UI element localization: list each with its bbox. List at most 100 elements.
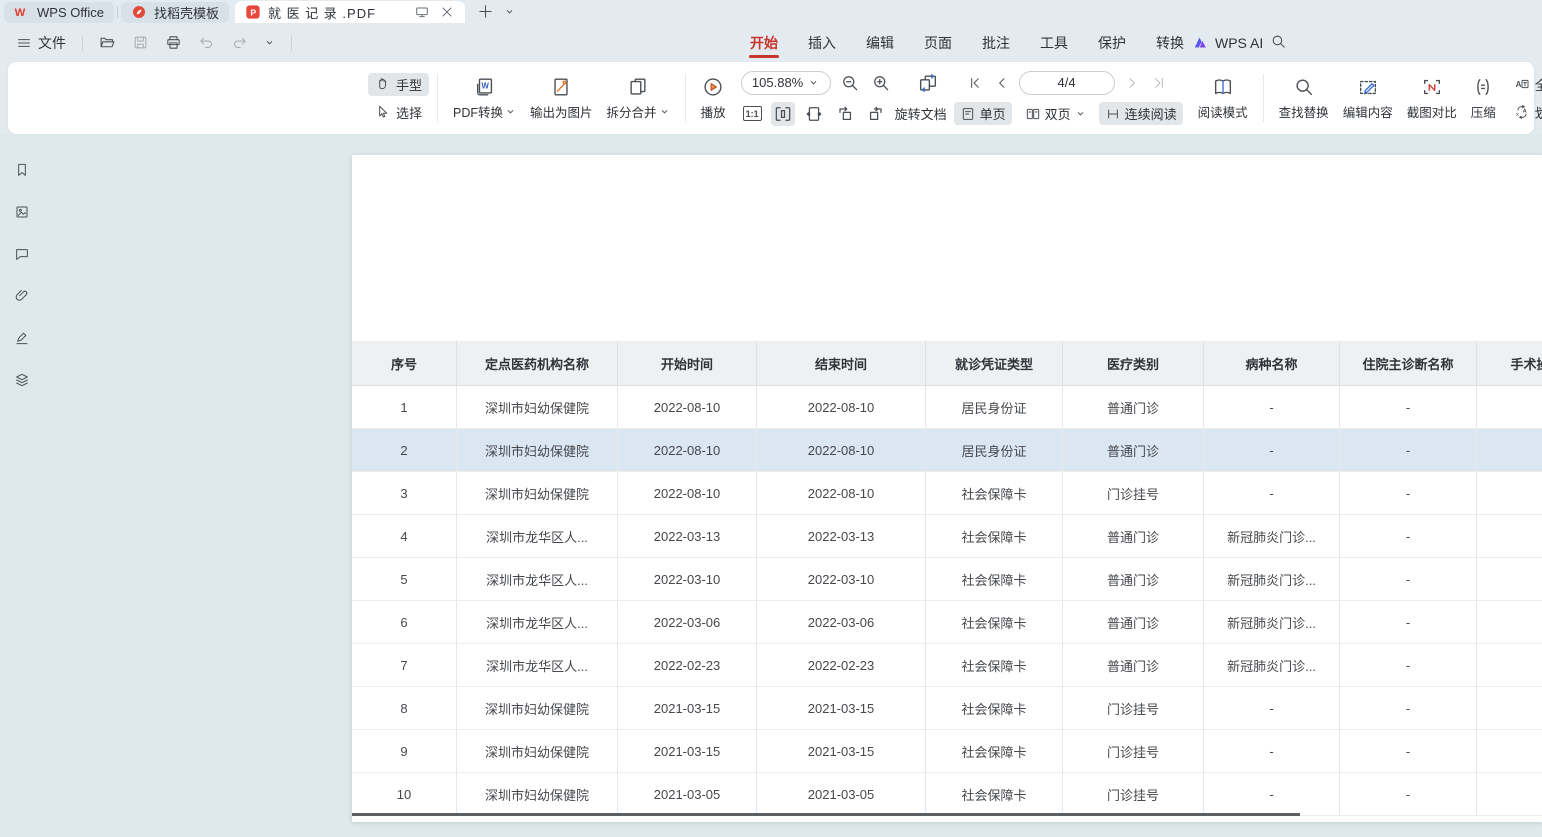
close-tab-icon[interactable] [439, 4, 455, 20]
single-page-button[interactable]: 单页 [954, 102, 1012, 125]
attachments-panel-button[interactable] [8, 282, 36, 310]
rotate-left-button[interactable] [833, 102, 857, 126]
signature-pen-icon [14, 328, 30, 348]
table-cell: 深圳市妇幼保健院 [457, 730, 618, 773]
open-button[interactable] [93, 30, 122, 55]
layers-panel-button[interactable] [8, 366, 36, 394]
edit-content-button[interactable]: 编辑内容 [1336, 71, 1400, 126]
table-cell: 2022-03-13 [618, 515, 757, 558]
thumbnails-icon [14, 202, 30, 222]
page-indicator-input[interactable]: 4/4 [1019, 71, 1115, 95]
menu-item-home[interactable]: 开始 [735, 23, 793, 62]
tab-wps-office[interactable]: WPS Office [4, 2, 114, 23]
table-cell: 2022-08-10 [618, 429, 757, 472]
undo-icon [198, 34, 215, 51]
menu-item-convert[interactable]: 转换 [1141, 23, 1199, 62]
play-button[interactable]: 播放 [694, 71, 733, 126]
screenshot-compare-button[interactable]: 截图对比 [1400, 71, 1464, 126]
export-image-button[interactable]: 输出为图片 [523, 71, 600, 126]
tab-list-chevron-icon[interactable] [504, 6, 515, 17]
wps-ai-button[interactable]: WPS AI [1192, 23, 1263, 62]
word-translate-button[interactable]: 划词翻译 [1507, 101, 1542, 124]
table-cell: 居民身份证 [926, 386, 1063, 429]
menu-item-edit[interactable]: 编辑 [851, 23, 909, 62]
table-cell: 2022-03-06 [618, 601, 757, 644]
single-page-icon [960, 106, 976, 122]
chevron-down-icon [1075, 108, 1086, 119]
tab-docer-templates[interactable]: 找稻壳模板 [121, 2, 229, 23]
zoom-out-icon [840, 73, 860, 93]
wps-ai-icon [1192, 34, 1209, 51]
table-cell: 深圳市龙华区人... [457, 644, 618, 687]
menu-item-annotate[interactable]: 批注 [967, 23, 1025, 62]
save-icon [132, 34, 149, 51]
comments-panel-button[interactable] [8, 240, 36, 268]
rotate-right-icon [866, 104, 886, 124]
hand-tool-label: 手型 [396, 75, 422, 94]
table-cell: 6 [352, 601, 457, 644]
pdf-convert-button[interactable]: PDF转换 [446, 71, 523, 126]
edit-content-label: 编辑内容 [1343, 102, 1393, 121]
zoom-in-button[interactable] [869, 71, 893, 95]
actual-size-button[interactable]: 1:1 [741, 104, 764, 123]
redo-icon [231, 34, 248, 51]
screenshot-compare-label: 截图对比 [1407, 102, 1457, 121]
signature-panel-button[interactable] [8, 324, 36, 352]
table-cell: 社会保障卡 [926, 601, 1063, 644]
menu-search-button[interactable] [1268, 31, 1289, 52]
redo-button[interactable] [225, 30, 254, 55]
table-cell: - [1340, 558, 1477, 601]
pdf-page[interactable]: 序号定点医药机构名称开始时间结束时间就诊凭证类型医疗类别病种名称住院主诊断名称手… [352, 155, 1542, 822]
fit-window-button[interactable] [915, 70, 941, 96]
quick-access-dropdown[interactable] [258, 33, 281, 52]
save-button[interactable] [126, 30, 155, 55]
thumbnails-panel-button[interactable] [8, 198, 36, 226]
table-cell: 社会保障卡 [926, 515, 1063, 558]
rotate-right-button[interactable] [864, 102, 888, 126]
table-cell: 2022-03-10 [757, 558, 926, 601]
document-title: 就 医 记 录 .PDF [268, 3, 376, 22]
read-mode-button[interactable]: 阅读模式 [1191, 71, 1255, 126]
continuous-read-button[interactable]: 连续阅读 [1099, 102, 1183, 125]
compress-button[interactable]: 压缩 [1464, 71, 1503, 126]
zoom-level-control[interactable]: 105.88% [741, 71, 831, 95]
table-cell: 2021-03-05 [618, 773, 757, 816]
last-page-button[interactable] [1149, 73, 1169, 93]
undo-button[interactable] [192, 30, 221, 55]
double-page-button[interactable]: 双页 [1019, 102, 1092, 125]
present-to-monitor-icon[interactable] [414, 4, 430, 20]
play-icon [702, 76, 724, 98]
rotate-doc-label[interactable]: 旋转文档 [895, 104, 947, 123]
menu-item-protect[interactable]: 保护 [1083, 23, 1141, 62]
print-button[interactable] [159, 30, 188, 55]
split-merge-button[interactable]: 拆分合并 [600, 71, 677, 126]
menu-item-insert[interactable]: 插入 [793, 23, 851, 62]
hand-tool-button[interactable]: 手型 [368, 73, 429, 96]
find-replace-button[interactable]: 查找替换 [1272, 71, 1336, 126]
first-page-button[interactable] [965, 73, 985, 93]
menu-item-pages[interactable]: 页面 [909, 23, 967, 62]
select-tool-button[interactable]: 选择 [368, 101, 429, 124]
table-bottom-rule [352, 813, 1300, 816]
new-tab-icon[interactable] [477, 3, 494, 20]
zoom-value: 105.88% [752, 75, 803, 90]
next-page-button[interactable] [1122, 73, 1142, 93]
table-cell: 新冠肺炎门诊... [1204, 601, 1340, 644]
cursor-icon [375, 104, 391, 120]
file-menu-button[interactable]: 文件 [10, 29, 72, 57]
table-cell: - [1340, 730, 1477, 773]
table-cell: 2022-08-10 [618, 472, 757, 515]
menu-item-tools[interactable]: 工具 [1025, 23, 1083, 62]
fit-width-button[interactable] [771, 102, 795, 126]
bookmarks-panel-button[interactable] [8, 156, 36, 184]
table-row: 8深圳市妇幼保健院2021-03-152021-03-15社会保障卡门诊挂号--… [352, 687, 1542, 730]
table-row: 2深圳市妇幼保健院2022-08-102022-08-10居民身份证普通门诊--… [352, 429, 1542, 472]
zoom-out-button[interactable] [838, 71, 862, 95]
full-translate-button[interactable]: 全文翻译 [1507, 73, 1542, 96]
compress-label: 压缩 [1471, 102, 1496, 121]
tab-document[interactable]: 就 医 记 录 .PDF [235, 1, 465, 23]
continuous-read-label: 连续阅读 [1125, 104, 1177, 123]
table-row: 7深圳市龙华区人...2022-02-232022-02-23社会保障卡普通门诊… [352, 644, 1542, 687]
fit-page-button[interactable] [802, 102, 826, 126]
previous-page-button[interactable] [992, 73, 1012, 93]
